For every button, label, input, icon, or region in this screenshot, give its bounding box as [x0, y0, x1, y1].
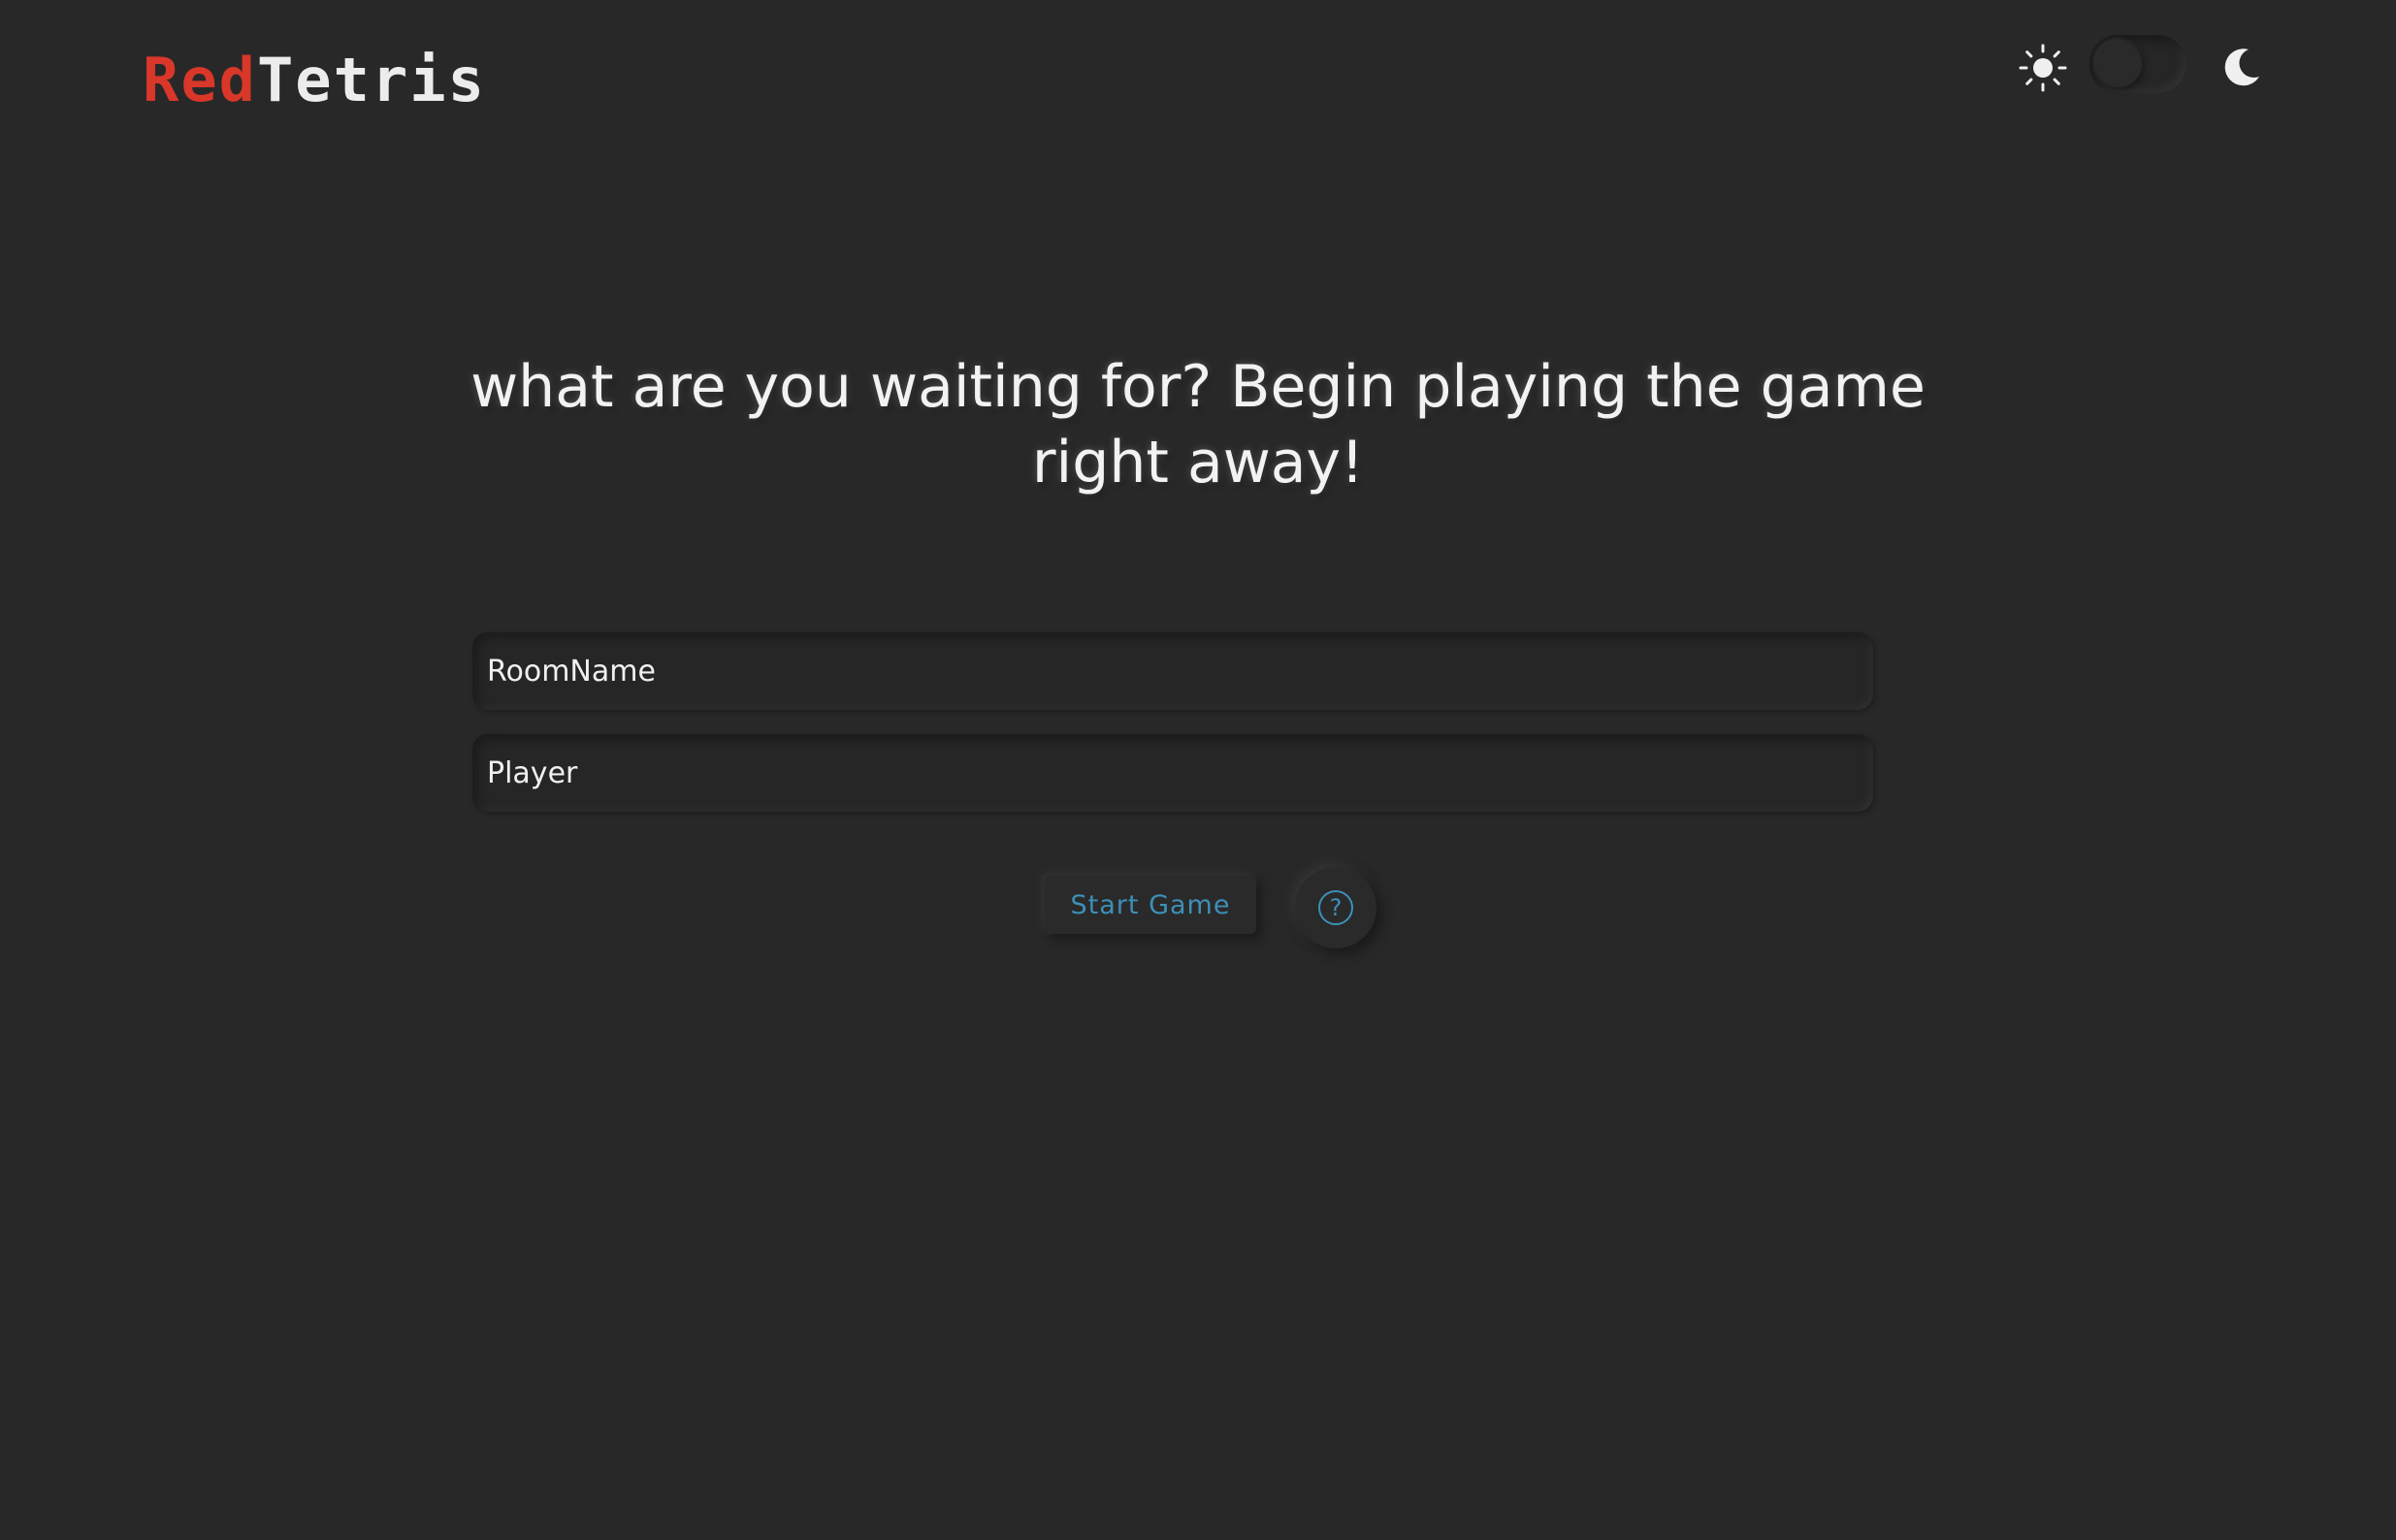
logo[interactable]: RedTetris: [143, 47, 486, 114]
theme-toggle: [2018, 29, 2270, 107]
logo-white-text: Tetris: [256, 45, 486, 115]
logo-red-text: Red: [143, 45, 257, 115]
theme-switch-knob[interactable]: [2095, 41, 2142, 87]
headline-line-2: right away!: [1031, 429, 1365, 497]
theme-switch[interactable]: [2089, 35, 2186, 93]
start-game-button[interactable]: Start Game: [1045, 876, 1256, 934]
headline-line-1: what are you waiting for? Begin playing …: [470, 353, 1926, 421]
room-name-input[interactable]: [472, 632, 1873, 710]
help-icon: ?: [1318, 890, 1353, 925]
help-button[interactable]: ?: [1295, 867, 1376, 948]
player-name-input[interactable]: [472, 734, 1873, 812]
moon-icon[interactable]: [2219, 45, 2264, 89]
page: RedTetris what are you waiting for? Begi…: [0, 0, 2396, 1540]
sun-icon[interactable]: [2018, 43, 2068, 93]
page-headline: what are you waiting for? Begin playing …: [422, 349, 1974, 500]
